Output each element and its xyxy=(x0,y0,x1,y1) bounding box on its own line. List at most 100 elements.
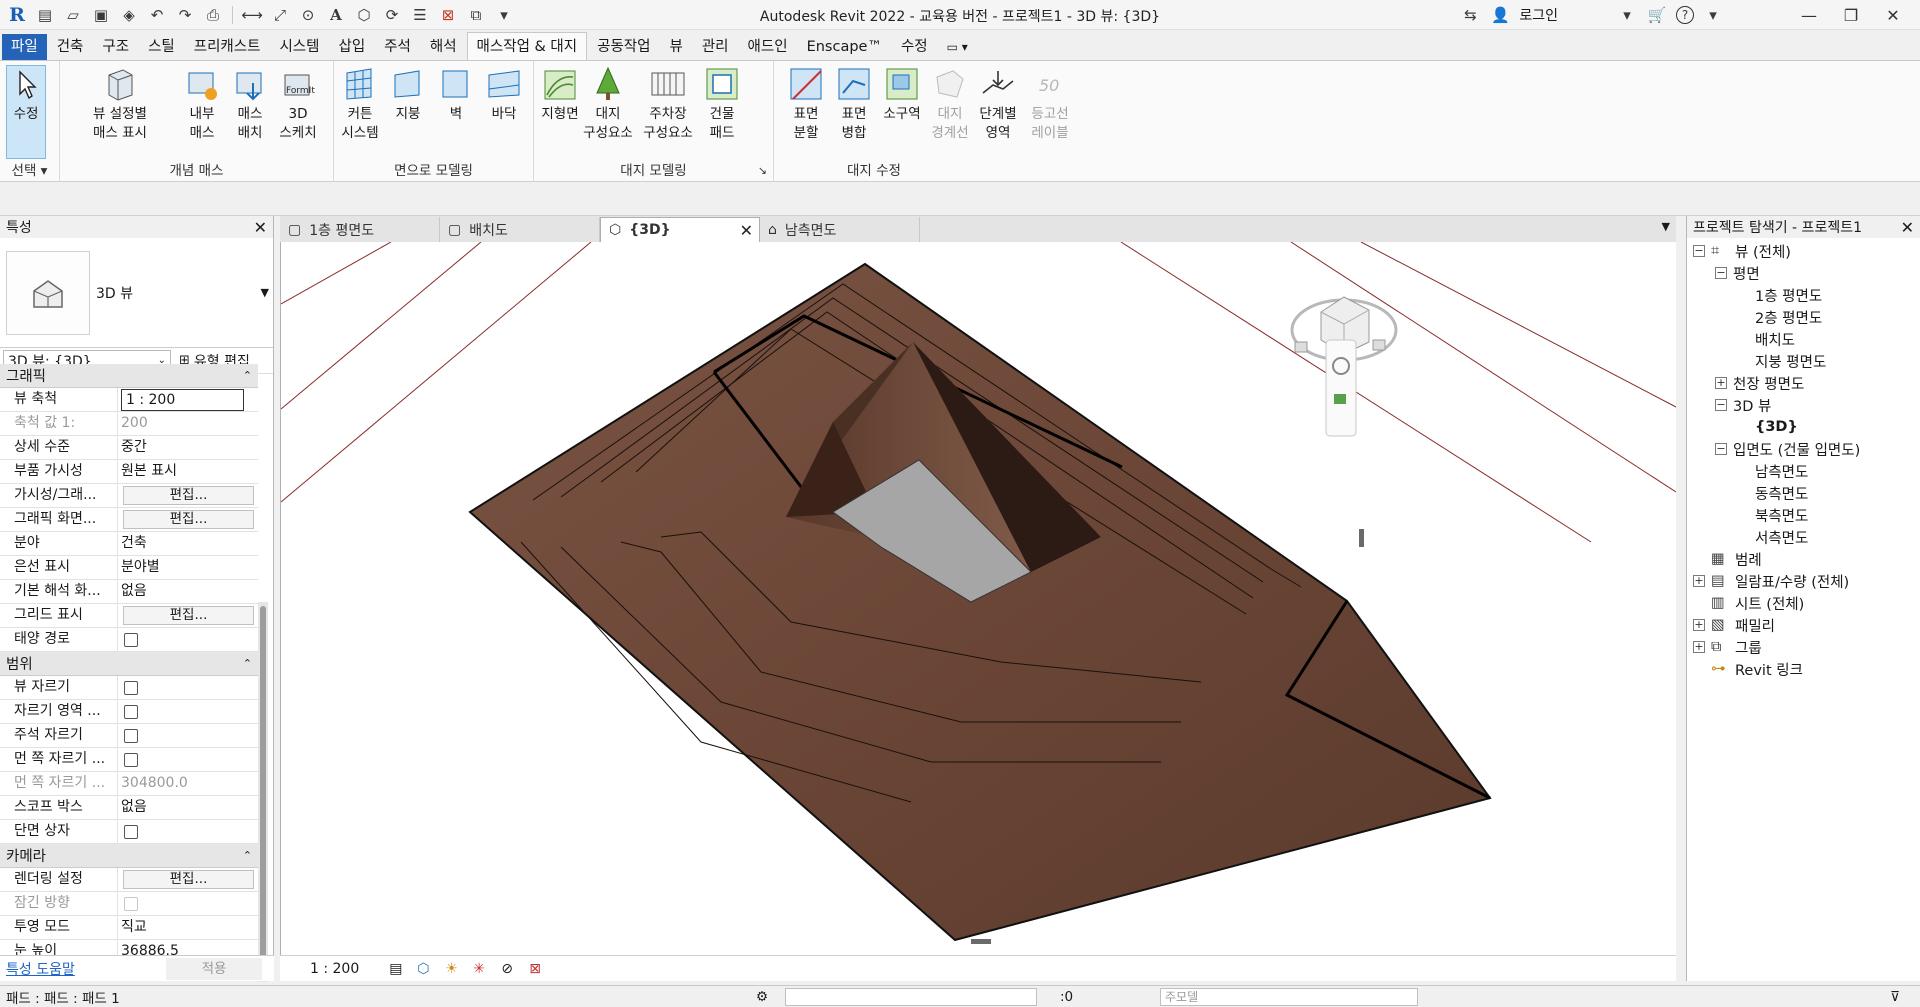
property-value[interactable]: 36886.5 xyxy=(118,940,258,956)
tab-steel[interactable]: 스틸 xyxy=(139,34,184,60)
canvas-scrollbar[interactable] xyxy=(1359,529,1364,547)
edit-button[interactable]: 편집... xyxy=(123,510,254,529)
checkbox[interactable] xyxy=(124,633,138,647)
property-value[interactable]: 중간 xyxy=(118,436,258,459)
checkbox[interactable] xyxy=(124,705,138,719)
browser-item[interactable]: −3D 뷰 xyxy=(1687,394,1920,416)
checkbox[interactable] xyxy=(124,681,138,695)
graded-region-button[interactable]: 단계별 영역 xyxy=(972,65,1024,143)
browser-item[interactable]: 동측면도 xyxy=(1687,482,1920,504)
browser-item[interactable]: {3D} xyxy=(1687,416,1920,438)
restore-button[interactable]: ❐ xyxy=(1834,6,1868,25)
tab-add-ins[interactable]: 애드인 xyxy=(739,34,797,60)
view-tab-level1[interactable]: ▢ 1층 평면도 xyxy=(280,217,440,242)
browser-item[interactable]: + 천장 평면도 xyxy=(1687,372,1920,394)
crop-view-icon[interactable]: ⊠ xyxy=(529,961,547,977)
expand-icon[interactable]: + xyxy=(1693,641,1705,653)
tab-structure[interactable]: 구조 xyxy=(93,34,138,60)
place-mass-button[interactable]: 매스 배치 xyxy=(224,65,276,143)
close-icon[interactable]: ✕ xyxy=(254,218,267,237)
subregion-button[interactable]: 소구역 xyxy=(876,65,928,124)
browser-item[interactable]: 서측면도 xyxy=(1687,526,1920,548)
redo-icon[interactable]: ↷ xyxy=(174,4,196,26)
building-pad-button[interactable]: 건물 패드 xyxy=(696,65,748,143)
view-scale-input[interactable]: 1 : 200 xyxy=(121,389,244,411)
3d-sketch-button[interactable]: FormIt 3D 스케치 xyxy=(272,65,324,143)
view-scale[interactable]: 1 : 200 xyxy=(310,961,359,977)
property-value[interactable]: 원본 표시 xyxy=(118,460,258,483)
floor-by-face-button[interactable]: 바닥 xyxy=(478,65,530,124)
tab-analyze[interactable]: 해석 xyxy=(421,34,466,60)
default-3d-view-icon[interactable]: ⬡ xyxy=(353,4,375,26)
tab-enscape[interactable]: Enscape™ xyxy=(798,34,891,60)
checkbox[interactable] xyxy=(124,753,138,767)
browser-item[interactable]: ▥ 시트 (전체) xyxy=(1687,592,1920,614)
site-component-button[interactable]: 대지 구성요소 xyxy=(582,65,634,143)
browser-item[interactable]: 배치도 xyxy=(1687,328,1920,350)
visual-style-icon[interactable]: ⬡ xyxy=(417,961,435,977)
property-value[interactable]: 직교 xyxy=(118,916,258,939)
open-icon[interactable]: ▱ xyxy=(62,4,84,26)
tab-modify[interactable]: 수정 xyxy=(892,34,937,60)
site-modeling-group-label[interactable]: 대지 모델링 ↘ xyxy=(534,161,773,181)
drawing-area[interactable] xyxy=(280,242,1676,955)
tabs-dropdown-icon[interactable]: ▼ xyxy=(1662,220,1670,233)
tab-collaborate[interactable]: 공동작업 xyxy=(588,34,659,60)
customize-qat-icon[interactable]: ▾ xyxy=(493,4,515,26)
undo-icon[interactable]: ↶ xyxy=(146,4,168,26)
wall-by-face-button[interactable]: 벽 xyxy=(430,65,482,124)
property-category[interactable]: 범위 ⌃ xyxy=(0,652,258,676)
collapse-icon[interactable]: ⌃ xyxy=(243,369,252,382)
zoom-icon[interactable] xyxy=(1334,394,1346,404)
tab-annotate[interactable]: 주석 xyxy=(375,34,420,60)
text-icon[interactable]: A xyxy=(325,4,347,26)
tab-manage[interactable]: 관리 xyxy=(693,34,738,60)
cart-icon[interactable]: 🛒 xyxy=(1646,4,1668,26)
tab-precast[interactable]: 프리캐스트 xyxy=(185,34,270,60)
browser-item[interactable]: − 입면도 (건물 입면도) xyxy=(1687,438,1920,460)
help-dropdown-icon[interactable]: ▾ xyxy=(1702,4,1724,26)
browser-item[interactable]: 북측면도 xyxy=(1687,504,1920,526)
browser-item[interactable]: + ▤ 일람표/수량 (전체) xyxy=(1687,570,1920,592)
label-contours-button[interactable]: 50 등고선 레이블 xyxy=(1024,65,1076,143)
close-tab-icon[interactable]: ✕ xyxy=(740,221,753,240)
property-value[interactable]: 없음 xyxy=(118,796,258,819)
toposurface-button[interactable]: 지형면 xyxy=(534,65,586,124)
view-tab-site[interactable]: ▢ 배치도 xyxy=(440,217,600,242)
property-value[interactable]: 없음 xyxy=(118,580,258,603)
checkbox[interactable] xyxy=(124,825,138,839)
type-selector[interactable]: 3D 뷰 ▼ xyxy=(0,238,273,348)
tab-insert[interactable]: 삽입 xyxy=(329,34,374,60)
chevron-down-icon[interactable]: ▼ xyxy=(261,286,269,299)
print-icon[interactable]: ⎙ xyxy=(202,4,224,26)
tab-view[interactable]: 뷰 xyxy=(661,34,692,60)
minimize-button[interactable]: — xyxy=(1792,6,1826,25)
browser-item[interactable]: + ▧ 패밀리 xyxy=(1687,614,1920,636)
in-place-mass-button[interactable]: 내부 매스 xyxy=(176,65,228,143)
browser-item[interactable]: 남측면도 xyxy=(1687,460,1920,482)
browser-item[interactable]: ⊶ Revit 링크 xyxy=(1687,658,1920,680)
split-surface-button[interactable]: 표면 분할 xyxy=(780,65,832,143)
workset-selector[interactable] xyxy=(785,988,1037,1006)
apply-button[interactable]: 적용 xyxy=(166,957,262,980)
login-label[interactable]: 로그인 xyxy=(1519,5,1558,25)
sun-path-icon[interactable]: ☀ xyxy=(445,961,463,977)
switch-windows-icon[interactable]: ⧉ xyxy=(465,4,487,26)
workset-icon[interactable]: ⚙ xyxy=(756,989,768,1005)
close-icon[interactable]: ✕ xyxy=(1901,218,1914,237)
merge-surfaces-button[interactable]: 표면 병합 xyxy=(828,65,880,143)
collapse-icon[interactable]: − xyxy=(1693,245,1705,257)
properties-scrollbar[interactable] xyxy=(258,602,268,982)
properties-help-link[interactable]: 특성 도움말 xyxy=(0,959,75,979)
edit-button[interactable]: 편집... xyxy=(123,870,254,889)
browser-item[interactable]: + ⧉ 그룹 xyxy=(1687,636,1920,658)
browser-item[interactable]: 2층 평면도 xyxy=(1687,306,1920,328)
search-arrows-icon[interactable]: ⇆ xyxy=(1459,4,1481,26)
tab-architecture[interactable]: 건축 xyxy=(48,34,93,60)
sync-icon[interactable]: ◈ xyxy=(118,4,140,26)
render-icon[interactable]: ⊘ xyxy=(501,961,519,977)
edit-button[interactable]: 편집... xyxy=(123,606,254,625)
save-icon[interactable]: ▣ xyxy=(90,4,112,26)
property-line-button[interactable]: 대지 경계선 xyxy=(924,65,976,143)
tab-systems[interactable]: 시스템 xyxy=(270,34,328,60)
